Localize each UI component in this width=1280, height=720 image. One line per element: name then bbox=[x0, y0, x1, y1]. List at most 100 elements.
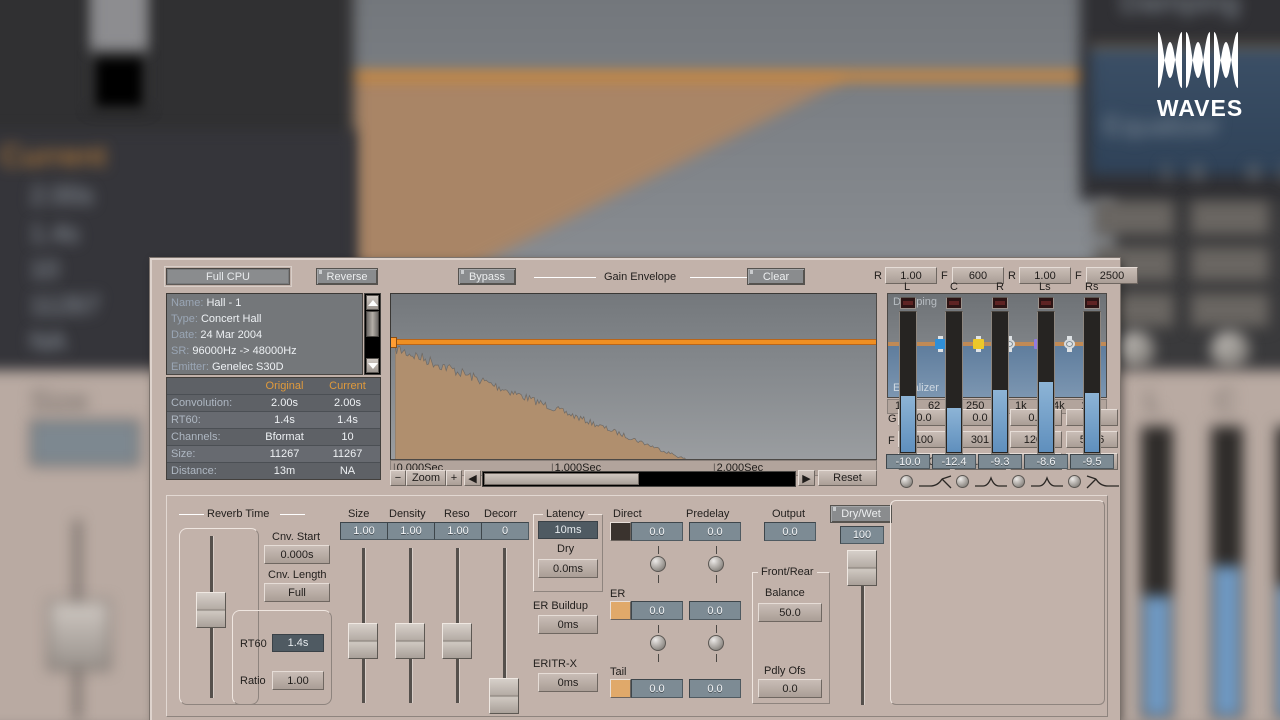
eq-band-1-knob[interactable] bbox=[900, 475, 913, 488]
zoom-out-button[interactable]: − bbox=[390, 470, 406, 486]
bypass-button[interactable]: Bypass bbox=[458, 268, 516, 285]
gain-envelope-display[interactable] bbox=[390, 293, 877, 460]
er-row-label: ER bbox=[610, 588, 625, 600]
gain-envelope-title: Gain Envelope bbox=[604, 271, 676, 283]
scrollbar-thumb[interactable] bbox=[366, 311, 379, 337]
clip-led[interactable] bbox=[992, 297, 1008, 309]
tail-knob[interactable] bbox=[708, 635, 724, 651]
balance-value[interactable]: 50.0 bbox=[758, 603, 822, 622]
density-slider[interactable] bbox=[395, 548, 425, 703]
tail-knob-line bbox=[716, 625, 717, 633]
stat-label: Channels: bbox=[167, 431, 253, 443]
fader-cap[interactable] bbox=[847, 550, 877, 586]
full-cpu-button[interactable]: Full CPU bbox=[166, 268, 290, 285]
dry-wet-button[interactable]: Dry/Wet bbox=[830, 505, 892, 523]
direct-mute-icon[interactable] bbox=[610, 522, 631, 541]
eq-band-4-knob[interactable] bbox=[1068, 475, 1081, 488]
highpass-shape-icon bbox=[918, 475, 952, 489]
size-slider[interactable] bbox=[348, 548, 378, 703]
envelope-start-handle[interactable] bbox=[390, 337, 397, 348]
bg-field bbox=[1190, 292, 1270, 328]
clip-led[interactable] bbox=[1084, 297, 1100, 309]
eq-node-5[interactable] bbox=[1064, 336, 1075, 352]
envelope-zoom-bar: − Zoom + ◀ ▶ Reset bbox=[390, 470, 877, 488]
meter-body bbox=[991, 311, 1009, 454]
rt-rule-right bbox=[280, 514, 305, 515]
bg-scrollbar-thumb bbox=[92, 0, 146, 50]
reverse-button[interactable]: Reverse bbox=[316, 268, 378, 285]
info-scrollbar[interactable] bbox=[364, 293, 381, 375]
er-buildup-value[interactable]: 0ms bbox=[538, 615, 598, 634]
rt60-fader[interactable] bbox=[196, 536, 226, 698]
decorr-slider[interactable] bbox=[489, 548, 519, 703]
direct-knob[interactable] bbox=[650, 556, 666, 572]
eritrx-label: ERITR-X bbox=[533, 658, 577, 670]
zoom-scroll-track[interactable] bbox=[482, 471, 796, 487]
waves-wordmark: WAVES bbox=[1155, 95, 1245, 122]
scroll-left-icon[interactable]: ◀ bbox=[464, 470, 481, 486]
eq-band-2-knob[interactable] bbox=[956, 475, 969, 488]
tail-enable-icon[interactable] bbox=[610, 679, 631, 698]
dry-wet-value[interactable]: 100 bbox=[840, 526, 884, 544]
pdly-ofs-value[interactable]: 0.0 bbox=[758, 679, 822, 698]
clip-led[interactable] bbox=[946, 297, 962, 309]
cnv-start-value[interactable]: 0.000s bbox=[264, 545, 330, 564]
ratio-label: Ratio bbox=[240, 675, 266, 687]
decorr-value[interactable]: 0 bbox=[481, 522, 529, 540]
fader-cap[interactable] bbox=[395, 623, 425, 659]
size-value[interactable]: 1.00 bbox=[340, 522, 388, 540]
tail-row-label: Tail bbox=[610, 666, 627, 678]
scroll-down-icon[interactable] bbox=[366, 358, 379, 373]
er-gain-value[interactable]: 0.0 bbox=[631, 601, 683, 620]
reverb-time-title: Reverb Time bbox=[207, 508, 269, 520]
predelay-knob[interactable] bbox=[708, 556, 724, 572]
direct-predelay-value[interactable]: 0.0 bbox=[689, 522, 741, 541]
scroll-up-icon[interactable] bbox=[366, 295, 379, 310]
bg-knob bbox=[1115, 330, 1155, 370]
envelope-line[interactable] bbox=[391, 340, 876, 344]
meter-ls: Ls -8.6 bbox=[1035, 282, 1057, 454]
direct-column-label: Direct bbox=[613, 508, 642, 520]
er-predelay-value[interactable]: 0.0 bbox=[689, 601, 741, 620]
reso-slider[interactable] bbox=[442, 548, 472, 703]
direct-gain-value[interactable]: 0.0 bbox=[631, 522, 683, 541]
er-knob[interactable] bbox=[650, 635, 666, 651]
scroll-right-icon[interactable]: ▶ bbox=[798, 470, 815, 486]
reso-value[interactable]: 1.00 bbox=[434, 522, 482, 540]
meter-value: -9.5 bbox=[1070, 454, 1114, 469]
er-enable-icon[interactable] bbox=[610, 601, 631, 620]
eq-band-3-knob[interactable] bbox=[1012, 475, 1025, 488]
fader-cap[interactable] bbox=[489, 678, 519, 714]
fader-cap[interactable] bbox=[442, 623, 472, 659]
rt60-value: 1.4s bbox=[272, 634, 324, 652]
eq-node-2[interactable] bbox=[973, 336, 984, 352]
fader-cap[interactable] bbox=[196, 592, 226, 628]
fader-cap[interactable] bbox=[348, 623, 378, 659]
rt60-ratio-frame bbox=[232, 610, 332, 705]
info-value: 96000Hz -> 48000Hz bbox=[192, 345, 296, 357]
output-value[interactable]: 0.0 bbox=[764, 522, 816, 541]
meter-fill bbox=[993, 390, 1007, 452]
ratio-value[interactable]: 1.00 bbox=[272, 671, 324, 690]
clear-button[interactable]: Clear bbox=[747, 268, 805, 285]
zoom-in-button[interactable]: + bbox=[446, 470, 462, 486]
bell-shape-icon bbox=[1030, 475, 1064, 489]
stat-original: 2.00s bbox=[253, 397, 316, 409]
reset-button[interactable]: Reset bbox=[818, 470, 877, 486]
tail-gain-value[interactable]: 0.0 bbox=[631, 679, 683, 698]
clip-led[interactable] bbox=[1038, 297, 1054, 309]
eritrx-value[interactable]: 0ms bbox=[538, 673, 598, 692]
meter-fill bbox=[947, 408, 961, 452]
zoom-scroll-thumb[interactable] bbox=[484, 473, 639, 485]
meter-label: L bbox=[904, 281, 926, 293]
clip-led[interactable] bbox=[900, 297, 916, 309]
tail-predelay-value[interactable]: 0.0 bbox=[689, 679, 741, 698]
meter-label: Ls bbox=[1039, 281, 1061, 293]
dry-wet-fader[interactable] bbox=[847, 550, 877, 705]
dry-value[interactable]: 0.0ms bbox=[538, 559, 598, 578]
cnv-length-value[interactable]: Full bbox=[264, 583, 330, 602]
meter-body bbox=[945, 311, 963, 454]
meter-rs: Rs -9.5 bbox=[1081, 282, 1103, 454]
density-value[interactable]: 1.00 bbox=[387, 522, 435, 540]
bg-stat-row: 10 bbox=[30, 254, 59, 285]
